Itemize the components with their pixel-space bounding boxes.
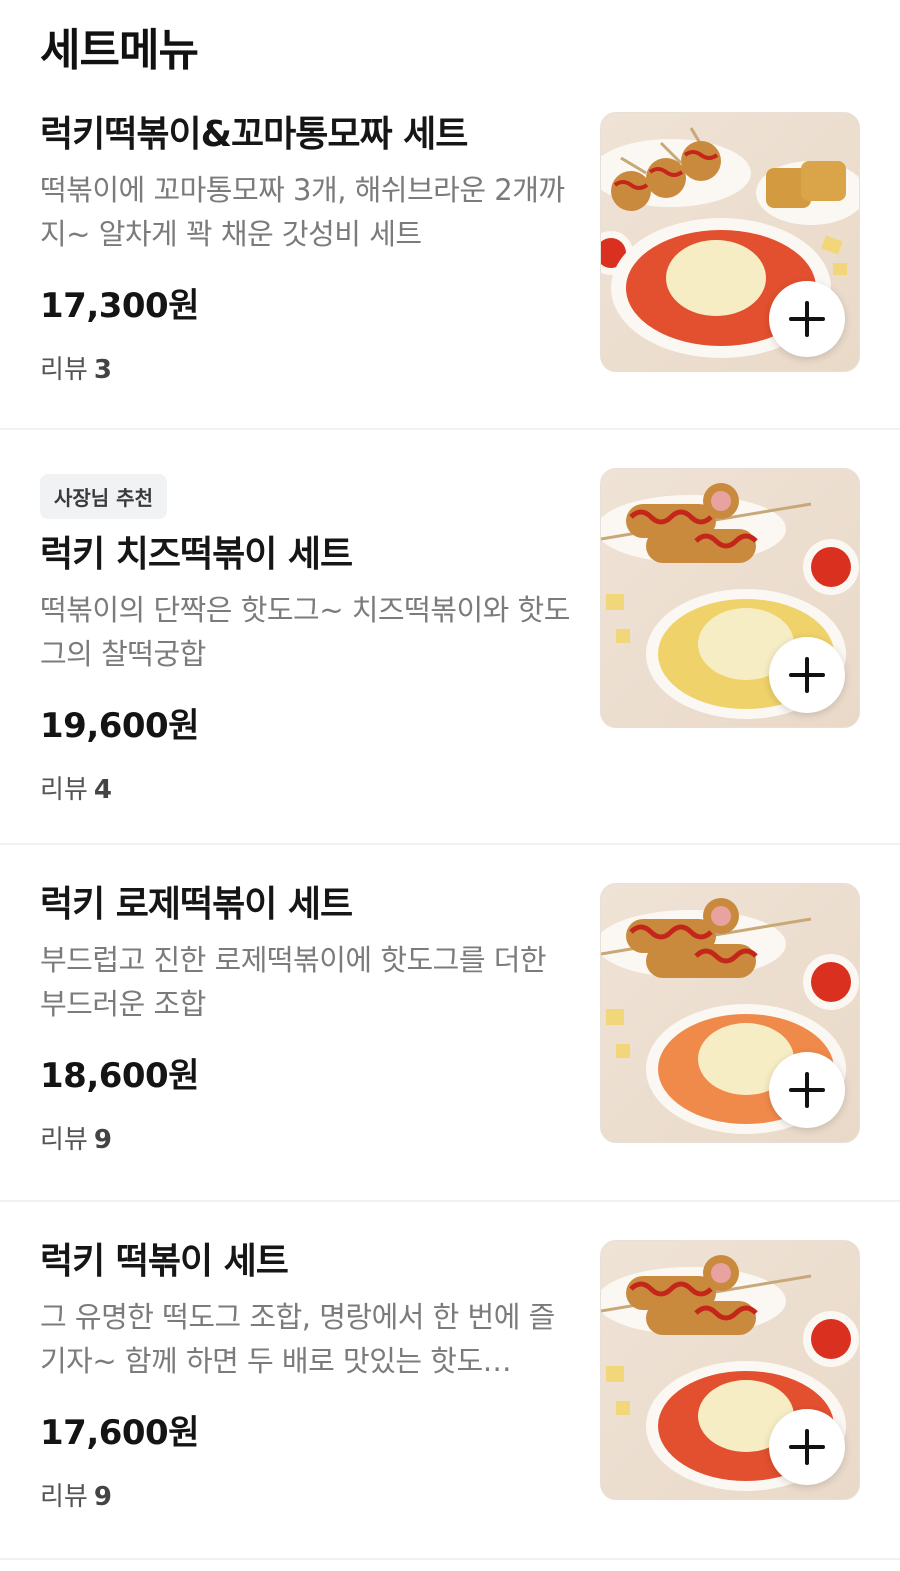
- add-to-cart-button[interactable]: [769, 1409, 845, 1485]
- menu-item-image[interactable]: [600, 1240, 860, 1500]
- menu-item-image[interactable]: [600, 468, 860, 728]
- review-count: 9: [93, 1482, 112, 1513]
- item-description: 떡볶이에 꼬마통모짜 3개, 해쉬브라운 2개까지~ 알차게 꽉 채운 갓성비 …: [40, 173, 565, 252]
- menu-item[interactable]: 럭키 로제떡볶이 세트 부드럽고 진한 로제떡볶이에 핫도그를 더한 부드러운 …: [0, 845, 900, 1202]
- item-price: 18,600원: [40, 1056, 199, 1097]
- section-title: 세트메뉴: [40, 25, 199, 76]
- item-review: 리뷰 3: [40, 349, 580, 386]
- menu-item-image[interactable]: [600, 883, 860, 1143]
- menu-item[interactable]: 사장님 추천 럭키 치즈떡볶이 세트 떡볶이의 단짝은 핫도그~ 치즈떡볶이와 …: [0, 430, 900, 845]
- review-label: 리뷰: [40, 1482, 88, 1513]
- plus-icon: [789, 1429, 825, 1465]
- plus-icon: [789, 657, 825, 693]
- review-label: 리뷰: [40, 775, 88, 806]
- add-to-cart-button[interactable]: [769, 281, 845, 357]
- menu-item[interactable]: 럭키 떡볶이 세트 그 유명한 떡도그 조합, 명랑에서 한 번에 즐기자~ 함…: [0, 1202, 900, 1560]
- item-price: 17,600원: [40, 1413, 199, 1454]
- plus-icon: [789, 301, 825, 337]
- recommend-badge: 사장님 추천: [40, 474, 167, 519]
- item-review: 리뷰 9: [40, 1119, 580, 1156]
- item-name: 럭키 치즈떡볶이 세트: [40, 534, 353, 575]
- item-review: 리뷰 4: [40, 769, 580, 806]
- review-label: 리뷰: [40, 1125, 88, 1156]
- add-to-cart-button[interactable]: [769, 1052, 845, 1128]
- review-count: 9: [93, 1125, 112, 1156]
- review-count: 3: [93, 355, 112, 386]
- review-label: 리뷰: [40, 355, 88, 386]
- item-description: 그 유명한 떡도그 조합, 명랑에서 한 번에 즐기자~ 함께 하면 두 배로 …: [40, 1300, 555, 1379]
- item-price: 17,300원: [40, 286, 199, 327]
- item-description: 부드럽고 진한 로제떡볶이에 핫도그를 더한 부드러운 조합: [40, 943, 547, 1022]
- item-review: 리뷰 9: [40, 1476, 580, 1513]
- review-count: 4: [93, 775, 112, 806]
- item-name: 럭키 떡볶이 세트: [40, 1241, 289, 1282]
- add-to-cart-button[interactable]: [769, 637, 845, 713]
- item-name: 럭키 로제떡볶이 세트: [40, 884, 353, 925]
- menu-item-image[interactable]: [600, 112, 860, 372]
- item-price: 19,600원: [40, 706, 199, 747]
- plus-icon: [789, 1072, 825, 1108]
- menu-item[interactable]: 럭키떡볶이&꼬마통모짜 세트 떡볶이에 꼬마통모짜 3개, 해쉬브라운 2개까지…: [0, 95, 900, 430]
- item-description: 떡볶이의 단짝은 핫도그~ 치즈떡볶이와 핫도그의 찰떡궁합: [40, 593, 570, 672]
- item-name: 럭키떡볶이&꼬마통모짜 세트: [40, 114, 468, 155]
